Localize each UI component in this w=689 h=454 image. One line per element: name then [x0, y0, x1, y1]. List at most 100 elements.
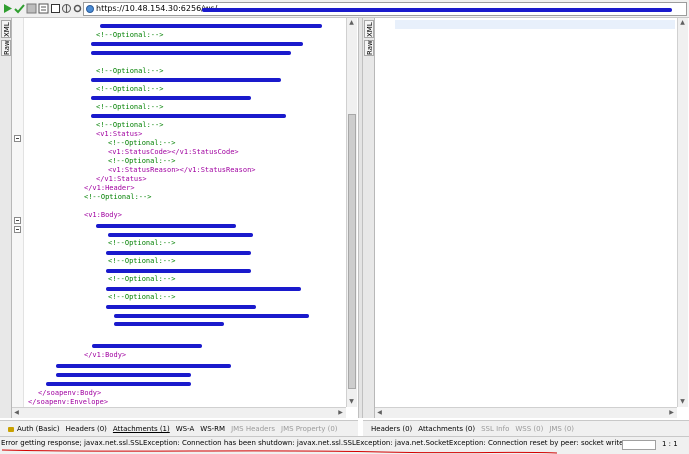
code-line: <!--Optional:--> — [108, 157, 176, 165]
redacted-line — [106, 287, 301, 291]
request-view-tabs: XML Raw — [0, 18, 12, 418]
request-panel: XML Raw <!--Optional:--> <!--Optional:--… — [0, 18, 358, 418]
tab-jms[interactable]: JMS (0) — [549, 425, 574, 433]
response-vertical-scrollbar[interactable]: ▲ ▼ — [677, 18, 688, 407]
redacted-line — [91, 96, 251, 100]
code-line: <!--Optional:--> — [84, 193, 152, 201]
redacted-url — [202, 8, 672, 12]
request-xml-editor[interactable]: <!--Optional:--> <!--Optional:--> <!--Op… — [12, 18, 346, 407]
tab-wss[interactable]: WSS (0) — [515, 425, 543, 433]
green-check-icon[interactable] — [14, 3, 25, 14]
redacted-line — [108, 233, 253, 237]
request-toolbar: https://10.48.154.30:6256/ws/ — [0, 0, 689, 18]
redacted-line — [91, 51, 291, 55]
code-line: <v1:Status> — [96, 130, 143, 138]
fold-toggle-status[interactable] — [14, 135, 21, 142]
endpoint-url-field[interactable]: https://10.48.154.30:6256/ws/ — [83, 2, 687, 16]
code-line: <!--Optional:--> — [108, 275, 176, 283]
code-line: <!--Optional:--> — [108, 139, 176, 147]
tab-auth[interactable]: Auth (Basic) — [8, 425, 60, 433]
stop-icon[interactable] — [26, 3, 37, 14]
code-line: <!--Optional:--> — [96, 67, 164, 75]
scroll-right-arrow-icon[interactable]: ▶ — [667, 408, 676, 417]
redacted-line — [92, 344, 202, 348]
code-line: <v1:StatusReason></v1:StatusReason> — [108, 166, 256, 174]
code-line: <!--Optional:--> — [108, 239, 176, 247]
scroll-right-arrow-icon[interactable]: ▶ — [336, 408, 345, 417]
tab-request-raw[interactable]: Raw — [1, 40, 11, 56]
response-horizontal-scrollbar[interactable]: ◀ ▶ — [375, 407, 677, 418]
request-scroll-thumb[interactable] — [348, 114, 356, 389]
request-horizontal-scrollbar[interactable]: ◀ ▶ — [12, 407, 346, 418]
code-line: </soapenv:Body> — [38, 389, 102, 397]
tab-response-attachments[interactable]: Attachments (0) — [418, 425, 475, 433]
progress-box — [622, 440, 656, 450]
redacted-line — [91, 78, 281, 82]
play-icon[interactable] — [2, 3, 13, 14]
error-message: Error getting response; javax.net.ssl.SS… — [1, 439, 643, 447]
status-bar: Error getting response; javax.net.ssl.SS… — [0, 436, 689, 454]
redacted-line — [100, 24, 322, 28]
redacted-line — [114, 322, 224, 326]
response-panel: XML Raw ▲ ▼ ◀ ▶ — [363, 18, 689, 418]
options-icon[interactable] — [38, 3, 49, 14]
request-vertical-scrollbar[interactable]: ▲ ▼ — [346, 18, 357, 407]
scroll-up-arrow-icon[interactable]: ▲ — [678, 18, 687, 27]
code-line: </soapenv:Envelope> — [28, 398, 109, 406]
ws-icon[interactable] — [61, 3, 72, 14]
scroll-down-arrow-icon[interactable]: ▼ — [678, 397, 687, 406]
scroll-up-arrow-icon[interactable]: ▲ — [347, 18, 356, 27]
cursor-position: 1 : 1 — [662, 440, 678, 448]
response-xml-editor[interactable] — [375, 18, 677, 407]
scroll-left-arrow-icon[interactable]: ◀ — [375, 408, 384, 417]
code-line: <v1:StatusCode></v1:StatusCode> — [108, 148, 239, 156]
code-line: <!--Optional:--> — [108, 293, 176, 301]
code-line: </v1:Status> — [96, 175, 147, 183]
red-underline-annotation — [2, 449, 557, 454]
code-line: <!--Optional:--> — [96, 121, 164, 129]
response-bottom-tabs: Headers (0) Attachments (0) SSL Info WSS… — [363, 420, 689, 436]
tab-request-xml[interactable]: XML — [1, 20, 11, 38]
redacted-line — [96, 224, 236, 228]
redacted-line — [56, 364, 231, 368]
editor-gutter — [12, 18, 24, 407]
redacted-line — [114, 314, 309, 318]
code-line: <!--Optional:--> — [96, 85, 164, 93]
current-line-highlight — [395, 20, 675, 29]
scroll-left-arrow-icon[interactable]: ◀ — [12, 408, 21, 417]
code-line: <v1:Body> — [84, 211, 122, 219]
redacted-line — [91, 114, 286, 118]
request-bottom-tabs: Auth (Basic) Headers (0) Attachments (1)… — [0, 420, 358, 436]
redacted-line — [106, 305, 256, 309]
tab-request-headers[interactable]: Headers (0) — [66, 425, 107, 433]
tab-ws-a[interactable]: WS-A — [176, 425, 195, 433]
code-line: <!--Optional:--> — [108, 257, 176, 265]
tab-ssl-info[interactable]: SSL Info — [481, 425, 509, 433]
settings-icon[interactable] — [72, 3, 83, 14]
tab-jms-headers[interactable]: JMS Headers — [231, 425, 275, 433]
tab-response-xml[interactable]: XML — [364, 20, 374, 38]
square-icon[interactable] — [50, 3, 61, 14]
code-line: <!--Optional:--> — [96, 103, 164, 111]
endpoint-url-text: https://10.48.154.30:6256/ws/ — [96, 4, 218, 13]
tab-jms-property[interactable]: JMS Property (0) — [281, 425, 338, 433]
code-line: </v1:Body> — [84, 351, 127, 359]
fold-toggle-body[interactable] — [14, 217, 21, 224]
redacted-line — [106, 251, 251, 255]
redacted-line — [56, 373, 191, 377]
lock-icon — [8, 426, 14, 432]
globe-icon — [86, 5, 94, 13]
code-line: <!--Optional:--> — [96, 31, 164, 39]
tab-response-raw[interactable]: Raw — [364, 40, 374, 56]
tab-response-headers[interactable]: Headers (0) — [371, 425, 412, 433]
code-line: </v1:Header> — [84, 184, 135, 192]
scroll-down-arrow-icon[interactable]: ▼ — [347, 397, 356, 406]
tab-ws-rm[interactable]: WS-RM — [200, 425, 225, 433]
redacted-line — [91, 42, 303, 46]
response-view-tabs: XML Raw — [363, 18, 375, 418]
request-xml-code: <!--Optional:--> <!--Optional:--> <!--Op… — [26, 18, 346, 407]
tab-request-attachments[interactable]: Attachments (1) — [113, 425, 170, 433]
redacted-line — [106, 269, 251, 273]
redacted-line — [46, 382, 191, 386]
fold-toggle-inner[interactable] — [14, 226, 21, 233]
